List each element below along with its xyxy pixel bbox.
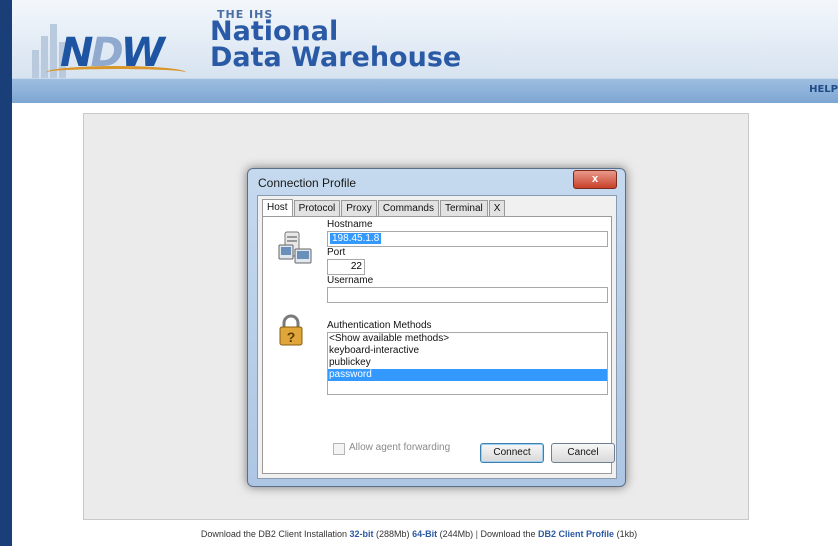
left-border-bar (0, 0, 12, 546)
connection-profile-dialog: Connection Profile x Host Protocol Proxy… (247, 168, 626, 487)
port-label: Port (327, 247, 346, 258)
auth-method-password[interactable]: password (328, 369, 607, 381)
download-64bit-link[interactable]: 64-Bit (412, 529, 437, 539)
tab-proxy[interactable]: Proxy (341, 200, 377, 217)
username-field[interactable] (327, 287, 608, 303)
auth-methods-label: Authentication Methods (327, 320, 432, 331)
port-field[interactable]: 22 (327, 259, 365, 275)
hostname-field[interactable]: 198.45.1.8 (327, 231, 608, 247)
size-64bit: (244Mb) (439, 529, 474, 539)
padlock-question-icon: ? (279, 314, 303, 346)
auth-method-publickey[interactable]: publickey (328, 357, 607, 369)
agent-forwarding-label: Allow agent forwarding (349, 442, 451, 453)
connect-button[interactable]: Connect (480, 443, 544, 463)
dialog-tabs: Host Protocol Proxy Commands Terminal X (262, 199, 506, 218)
tab-x[interactable]: X (488, 200, 506, 217)
svg-text:?: ? (287, 329, 296, 345)
tab-terminal[interactable]: Terminal (439, 200, 488, 217)
cancel-button[interactable]: Cancel (551, 443, 615, 463)
agent-forwarding-checkbox[interactable] (333, 443, 345, 455)
size-profile: (1kb) (616, 529, 638, 539)
auth-method-show-available[interactable]: <Show available methods> (328, 333, 607, 345)
download-32bit-link[interactable]: 32-bit (350, 529, 374, 539)
footer-text-db2-install: Download the DB2 Client Installation (200, 529, 347, 539)
username-label: Username (327, 275, 374, 286)
footer-separator: | (475, 529, 478, 539)
host-tab-page: Hostname 198.45.1.8 Port 22 Username ? A… (262, 216, 612, 474)
nav-strip: HELP (12, 78, 838, 103)
dialog-title: Connection Profile (258, 176, 357, 190)
ndw-logo[interactable]: NDW (32, 14, 222, 80)
tab-protocol[interactable]: Protocol (293, 200, 341, 217)
computer-host-icon (278, 231, 312, 264)
dialog-body: Host Protocol Proxy Commands Terminal X … (257, 195, 617, 479)
dialog-close-button[interactable]: x (573, 170, 617, 189)
auth-method-keyboard-interactive[interactable]: keyboard-interactive (328, 345, 607, 357)
tab-commands[interactable]: Commands (377, 200, 439, 217)
download-profile-link[interactable]: DB2 Client Profile (538, 529, 614, 539)
hostname-value: 198.45.1.8 (330, 233, 382, 244)
help-link[interactable]: HELP (809, 84, 838, 95)
footer-text-download: Download the (480, 529, 536, 539)
size-32bit: (288Mb) (376, 529, 410, 539)
auth-methods-list[interactable]: <Show available methods> keyboard-intera… (327, 332, 608, 395)
brand-title-line2: Data Warehouse (210, 42, 462, 73)
hostname-label: Hostname (327, 219, 373, 230)
site-header: NDW THE IHS National Data Warehouse (12, 0, 838, 80)
download-footer: Download the DB2 Client Installation 32-… (0, 529, 838, 539)
